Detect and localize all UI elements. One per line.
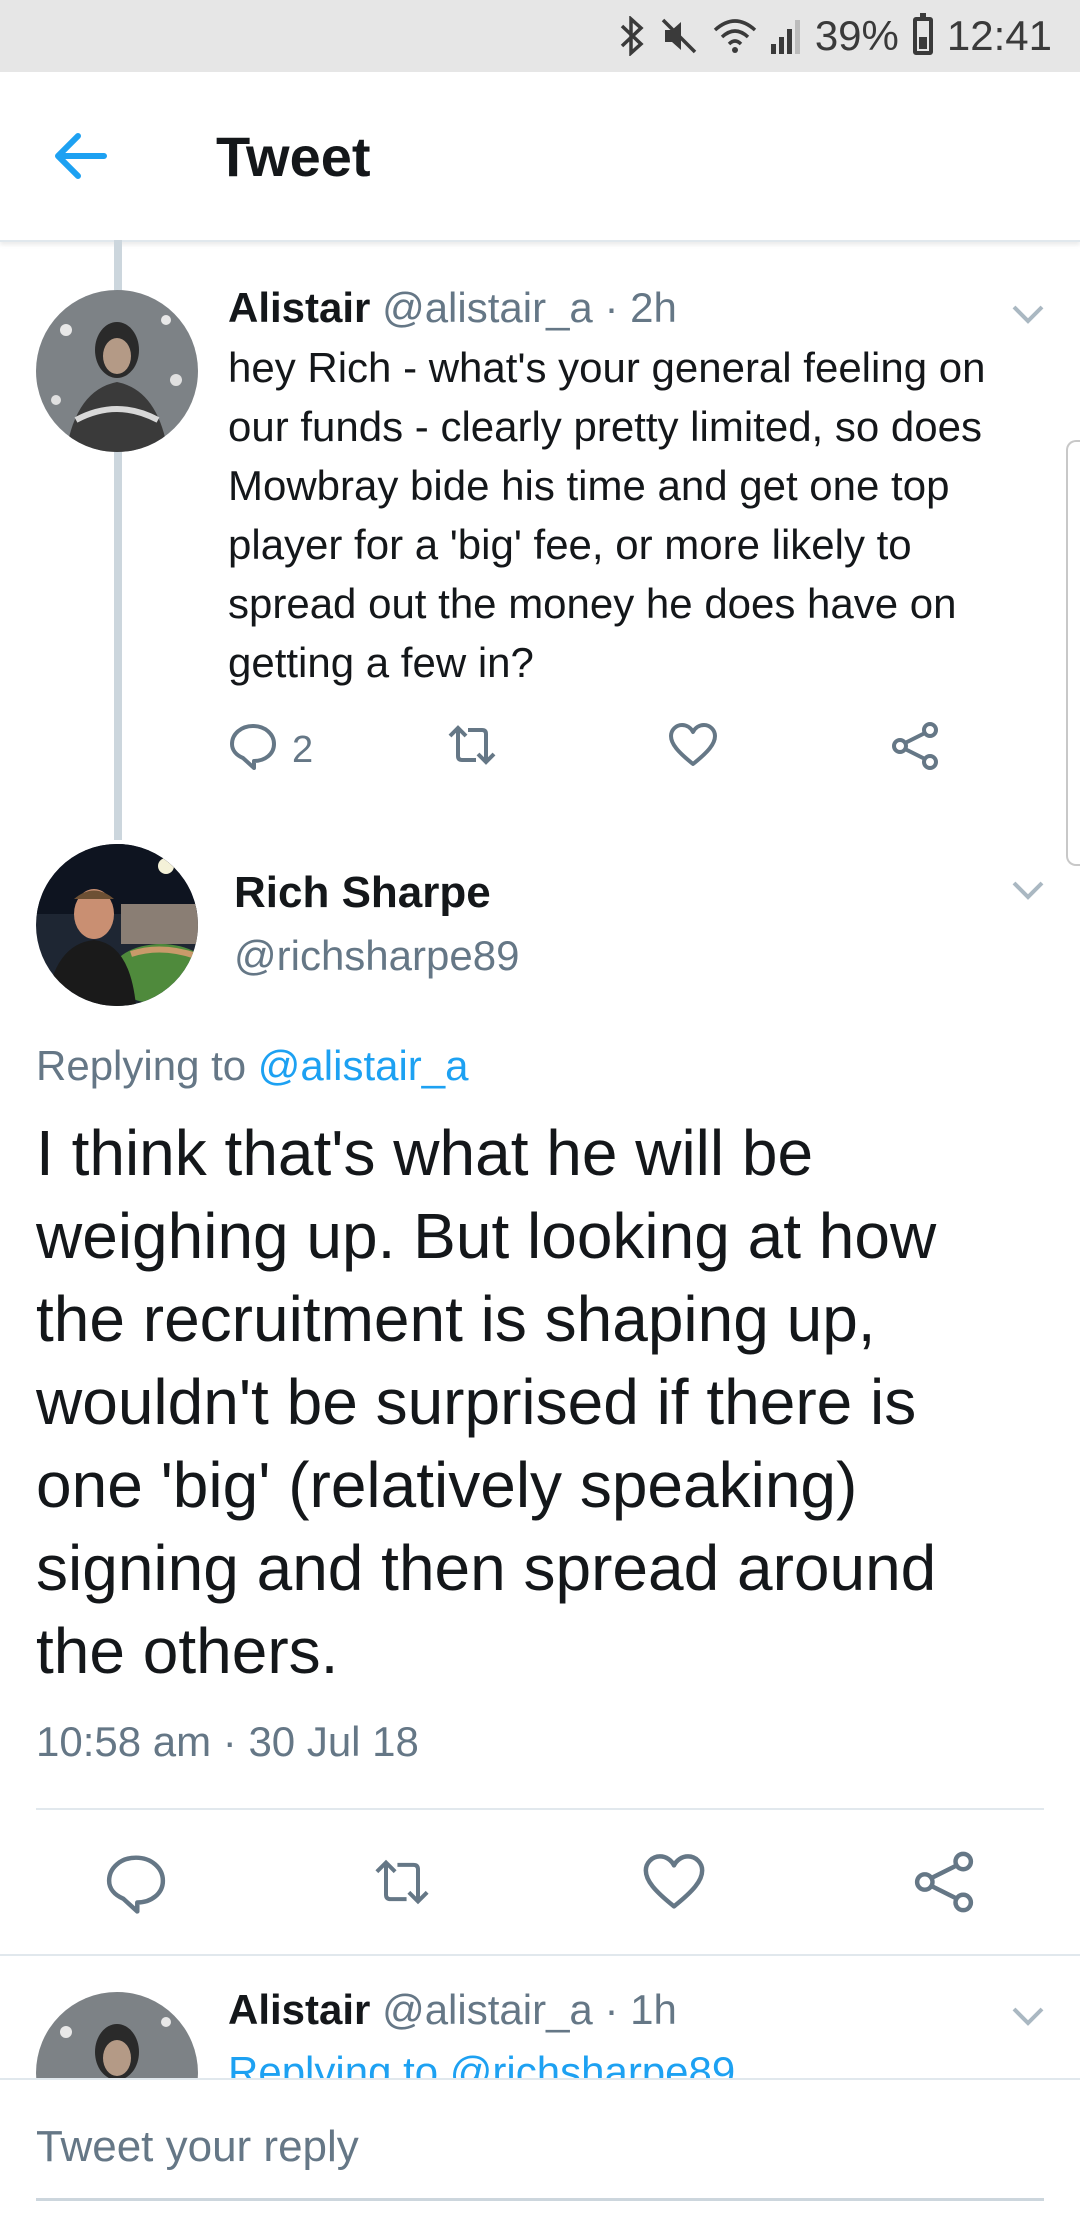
like-button[interactable]: [668, 722, 718, 778]
chevron-down-icon[interactable]: [1010, 2004, 1046, 2028]
mute-icon: [659, 16, 699, 56]
divider: [0, 1954, 1080, 1956]
scrollbar[interactable]: [1066, 440, 1080, 866]
chevron-down-icon[interactable]: [1010, 302, 1046, 326]
replying-to: Replying to @alistair_a: [36, 1042, 469, 1090]
author-handle[interactable]: @alistair_a: [382, 284, 593, 331]
tweet-text: I think that's what he will be weighing …: [36, 1117, 937, 1687]
tweet-time: · 2h: [604, 284, 677, 331]
reply-count: 2: [292, 728, 314, 771]
author-name[interactable]: Rich Sharpe: [234, 868, 491, 918]
wifi-icon: [713, 18, 757, 54]
tweet-header: Alistair @alistair_a · 1h: [228, 1986, 677, 2034]
replying-prefix: Replying to: [36, 1042, 247, 1089]
share-icon: [890, 722, 940, 780]
avatar[interactable]: [36, 844, 198, 1006]
bluetooth-icon: [619, 16, 645, 56]
share-icon[interactable]: [912, 1850, 976, 1914]
status-bar: 39% 12:41: [0, 0, 1080, 72]
reply-input[interactable]: Tweet your reply: [36, 2122, 359, 2172]
reply-input-underline: [36, 2198, 1044, 2201]
chevron-down-icon[interactable]: [1010, 878, 1046, 902]
author-handle[interactable]: @alistair_a: [382, 1986, 593, 2033]
avatar[interactable]: [36, 290, 198, 452]
reply-button[interactable]: 2: [228, 720, 313, 780]
retweet-icon: [444, 722, 500, 778]
author-name[interactable]: Alistair: [228, 1986, 370, 2033]
battery-percent: 39%: [814, 12, 899, 59]
author-handle[interactable]: @richsharpe89: [234, 932, 519, 980]
app-header: Tweet: [0, 72, 1080, 242]
tweet-header: Alistair @alistair_a · 2h: [228, 284, 677, 332]
clock: 12:41: [946, 12, 1052, 59]
like-icon[interactable]: [642, 1850, 706, 1914]
reply-icon: [228, 720, 278, 780]
battery-icon: [912, 13, 933, 55]
divider: [36, 1808, 1044, 1810]
tweet-text: hey Rich - what's your general feeling o…: [228, 344, 986, 686]
author-name[interactable]: Alistair: [228, 284, 370, 331]
page-title: Tweet: [216, 125, 371, 188]
tweet-time: · 1h: [604, 1986, 677, 2033]
signal-icon: [770, 18, 801, 54]
retweet-icon[interactable]: [370, 1850, 434, 1914]
like-icon: [668, 722, 718, 778]
retweet-button[interactable]: [444, 722, 500, 778]
share-button[interactable]: [890, 722, 940, 780]
tweet-timestamp: 10:58 am · 30 Jul 18: [36, 1718, 419, 1765]
replying-to-link[interactable]: @alistair_a: [258, 1042, 469, 1089]
reply-icon[interactable]: [104, 1850, 168, 1914]
back-arrow-icon[interactable]: [48, 124, 128, 188]
